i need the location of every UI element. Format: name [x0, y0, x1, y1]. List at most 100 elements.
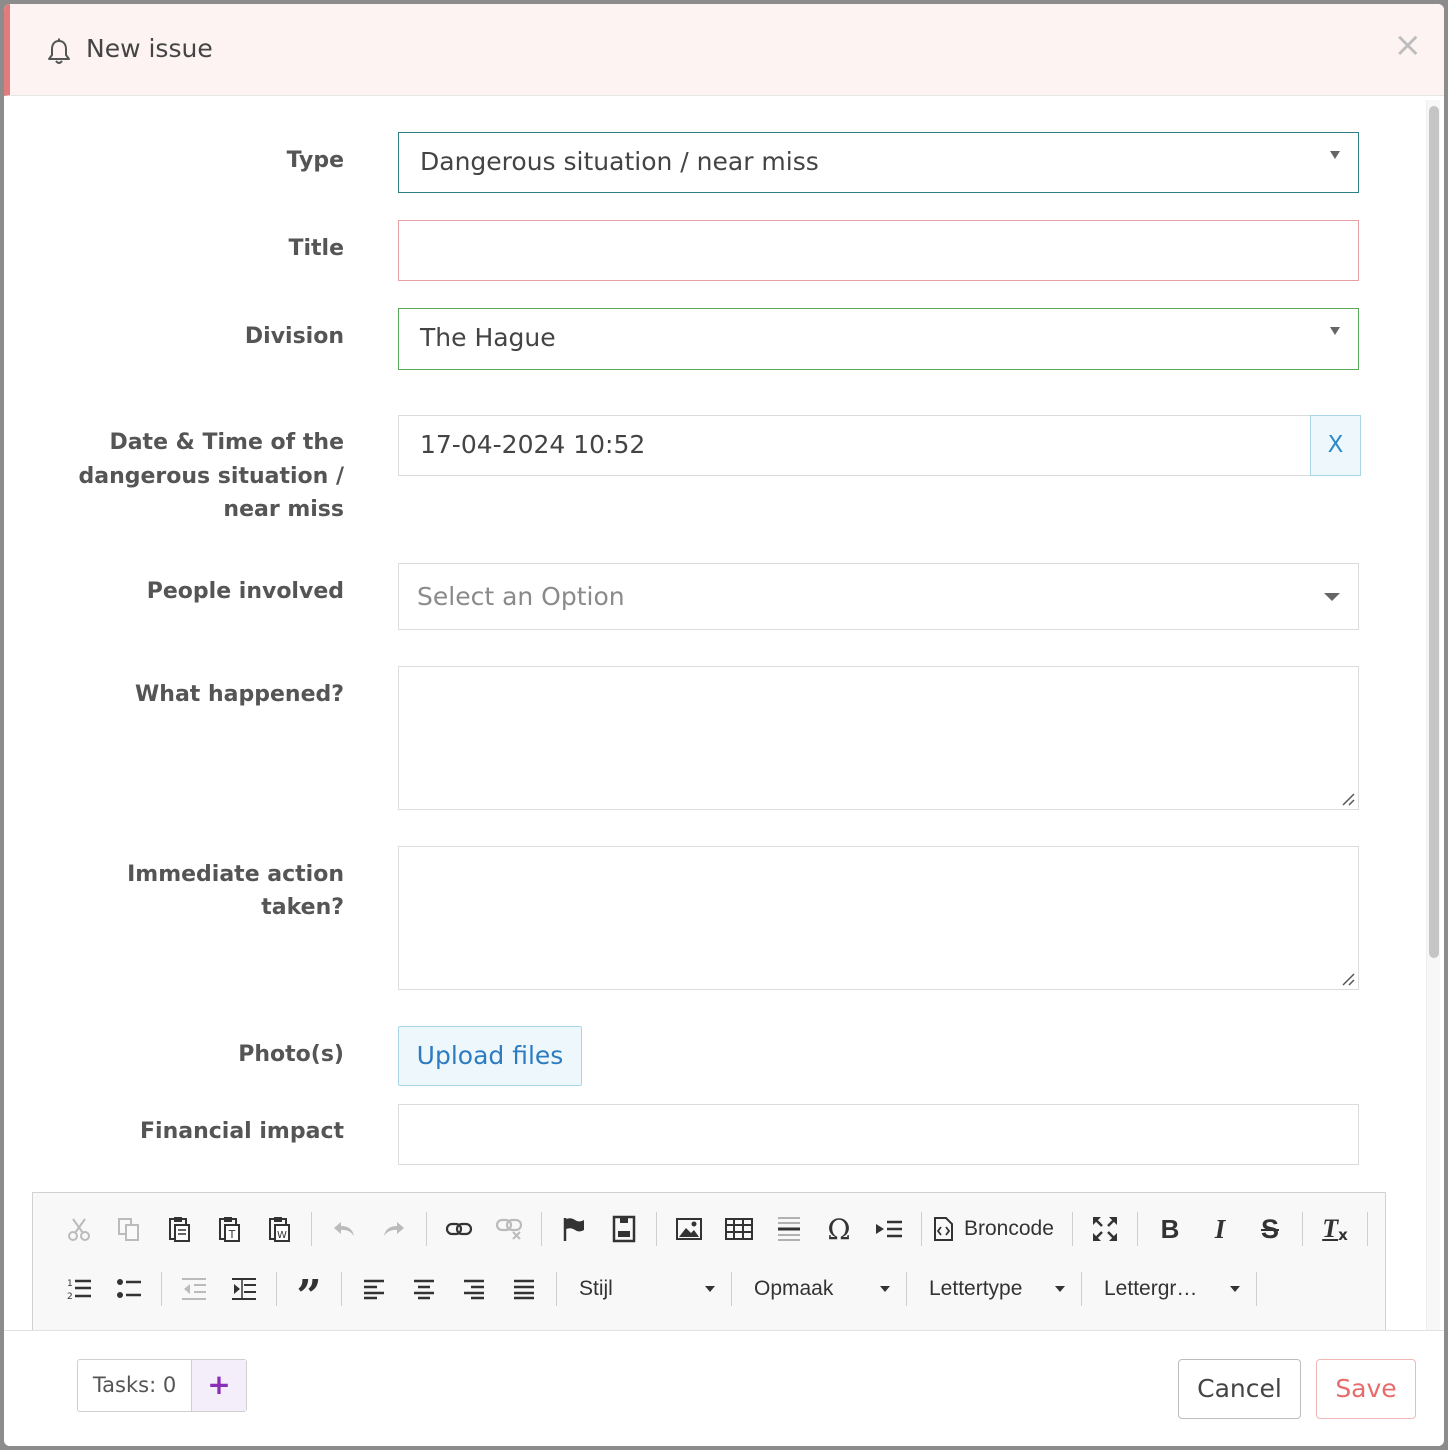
caret-down-icon	[1230, 1286, 1240, 1292]
indent-icon[interactable]	[222, 1267, 266, 1311]
quote-icon[interactable]: ”	[287, 1267, 331, 1319]
paste-word-icon[interactable]: W	[257, 1207, 301, 1251]
tasks-count[interactable]: Tasks: 0	[78, 1360, 192, 1411]
upload-files-button[interactable]: Upload files	[398, 1026, 582, 1086]
new-issue-modal: New issue × Type Dangerous situation / n…	[4, 4, 1444, 1446]
cut-icon[interactable]	[57, 1207, 101, 1251]
type-select[interactable]: Dangerous situation / near miss	[398, 132, 1359, 193]
justify-icon[interactable]	[502, 1267, 546, 1311]
photos-label: Photo(s)	[238, 1042, 344, 1067]
chevron-down-icon	[1324, 593, 1340, 601]
editor-toolbar-row-2: 12 ” Stijl Opmaak Lettertype Lettergr…	[57, 1267, 1267, 1319]
blockquote-indent-icon[interactable]	[867, 1207, 911, 1251]
align-left-icon[interactable]	[352, 1267, 396, 1311]
datetime-label-line3: near miss	[223, 497, 344, 522]
what-happened-textarea[interactable]	[398, 666, 1359, 810]
toolbar-separator	[161, 1272, 162, 1306]
font-size-dropdown[interactable]: Lettergr…	[1092, 1267, 1252, 1311]
editor-toolbar-row-1: T W Ω Broncode B I S T x	[57, 1207, 1378, 1251]
source-label: Broncode	[964, 1217, 1054, 1240]
division-select[interactable]: The Hague	[398, 308, 1359, 370]
bell-icon	[48, 38, 70, 64]
align-center-icon[interactable]	[402, 1267, 446, 1311]
toolbar-separator	[1081, 1272, 1082, 1306]
toolbar-separator	[426, 1212, 427, 1246]
title-input[interactable]	[398, 220, 1359, 281]
modal-title: New issue	[86, 34, 213, 63]
modal-header: New issue ×	[4, 4, 1444, 96]
remove-format-icon[interactable]: Tx	[1313, 1207, 1357, 1251]
copy-icon[interactable]	[107, 1207, 151, 1251]
modal-footer: Tasks: 0 + Cancel Save	[4, 1330, 1444, 1446]
caret-down-icon	[1055, 1286, 1065, 1292]
datetime-input-value: 17-04-2024 10:52	[420, 430, 646, 459]
toolbar-separator	[1137, 1212, 1138, 1246]
toolbar-separator	[1367, 1212, 1368, 1246]
resize-handle-icon[interactable]	[1341, 792, 1355, 806]
type-label: Type	[286, 148, 344, 173]
rich-text-editor: T W Ω Broncode B I S T x 1 2 ” Stijl Opm…	[32, 1192, 1386, 1342]
unlink-icon[interactable]	[487, 1207, 531, 1251]
cancel-button[interactable]: Cancel	[1178, 1359, 1301, 1419]
people-label: People involved	[146, 579, 344, 604]
redo-icon[interactable]	[372, 1207, 416, 1251]
resize-handle-icon[interactable]	[1341, 972, 1355, 986]
caret-down-icon	[880, 1286, 890, 1292]
bullet-list-icon[interactable]	[107, 1267, 151, 1311]
format-dropdown[interactable]: Opmaak	[742, 1267, 902, 1311]
font-size-dropdown-label: Lettergr…	[1104, 1277, 1198, 1300]
immediate-action-label-line1: Immediate action	[127, 862, 344, 887]
paste-icon[interactable]	[157, 1207, 201, 1251]
numbered-list-icon[interactable]: 12	[57, 1267, 101, 1311]
save-button[interactable]: Save	[1316, 1359, 1416, 1419]
people-select-placeholder: Select an Option	[417, 582, 625, 611]
toolbar-separator	[341, 1272, 342, 1306]
toolbar-separator	[556, 1272, 557, 1306]
undo-icon[interactable]	[322, 1207, 366, 1251]
tasks-group: Tasks: 0 +	[77, 1359, 247, 1412]
anchor-icon[interactable]	[552, 1207, 596, 1251]
strike-icon[interactable]: S	[1248, 1207, 1292, 1251]
bold-icon[interactable]: B	[1148, 1207, 1192, 1251]
type-select-value: Dangerous situation / near miss	[420, 147, 819, 176]
title-label: Title	[288, 236, 344, 261]
link-icon[interactable]	[437, 1207, 481, 1251]
immediate-action-textarea[interactable]	[398, 846, 1359, 990]
scrollbar-thumb[interactable]	[1429, 106, 1439, 958]
datetime-label-line1: Date & Time of the	[109, 430, 344, 455]
datetime-label-line2: dangerous situation /	[78, 464, 345, 489]
format-dropdown-label: Opmaak	[754, 1277, 834, 1300]
source-icon	[934, 1217, 953, 1241]
scrollbar[interactable]	[1426, 100, 1440, 1330]
iframe-icon[interactable]	[602, 1207, 646, 1251]
chevron-down-icon	[1330, 151, 1340, 159]
italic-icon[interactable]: I	[1198, 1207, 1242, 1251]
clear-date-button[interactable]: X	[1310, 415, 1361, 476]
svg-text:T: T	[228, 1228, 236, 1241]
style-dropdown[interactable]: Stijl	[567, 1267, 727, 1311]
division-label: Division	[244, 324, 344, 349]
image-icon[interactable]	[667, 1207, 711, 1251]
toolbar-separator	[311, 1212, 312, 1246]
toolbar-separator	[1256, 1272, 1257, 1306]
close-icon[interactable]: ×	[1394, 28, 1423, 62]
financial-impact-input[interactable]	[398, 1104, 1359, 1165]
people-select[interactable]: Select an Option	[398, 563, 1359, 630]
style-dropdown-label: Stijl	[579, 1277, 613, 1300]
font-dropdown[interactable]: Lettertype	[917, 1267, 1077, 1311]
font-dropdown-label: Lettertype	[929, 1277, 1023, 1300]
toolbar-separator	[1072, 1212, 1073, 1246]
horizontal-rule-icon[interactable]	[767, 1207, 811, 1251]
add-task-button[interactable]: +	[192, 1360, 246, 1411]
special-char-icon[interactable]: Ω	[817, 1207, 861, 1251]
svg-text:2: 2	[67, 1292, 73, 1301]
source-button[interactable]: Broncode	[932, 1207, 1062, 1251]
division-select-value: The Hague	[420, 323, 556, 352]
maximize-icon[interactable]	[1083, 1207, 1127, 1251]
financial-impact-label: Financial impact	[140, 1119, 344, 1144]
datetime-input[interactable]: 17-04-2024 10:52	[398, 415, 1311, 476]
table-icon[interactable]	[717, 1207, 761, 1251]
align-right-icon[interactable]	[452, 1267, 496, 1311]
paste-text-icon[interactable]: T	[207, 1207, 251, 1251]
outdent-icon[interactable]	[172, 1267, 216, 1311]
